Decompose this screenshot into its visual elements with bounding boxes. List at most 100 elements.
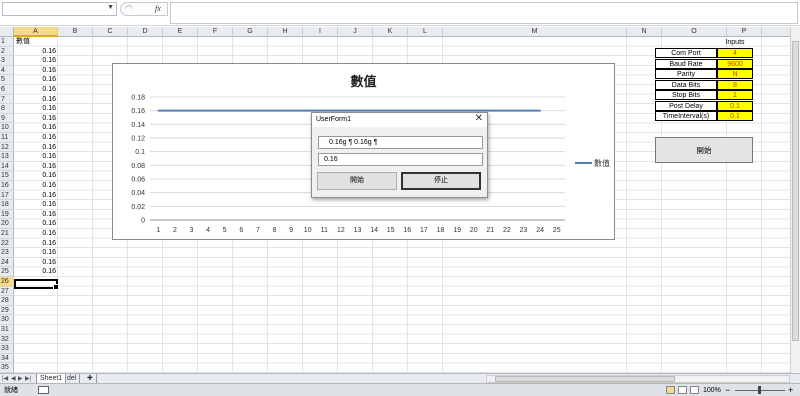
column-header-c[interactable]: C bbox=[93, 27, 128, 37]
cell-a18[interactable]: 0.16 bbox=[14, 200, 56, 210]
row-header-10[interactable]: 10 bbox=[0, 123, 14, 133]
row-header-5[interactable]: 5 bbox=[0, 75, 14, 85]
insert-function-icon[interactable]: fx bbox=[155, 4, 161, 13]
row-header-21[interactable]: 21 bbox=[0, 229, 14, 239]
vertical-scrollbar[interactable] bbox=[790, 27, 800, 373]
input-value[interactable]: N bbox=[717, 69, 753, 79]
row-header-26[interactable]: 26 bbox=[0, 277, 14, 287]
cell-a19[interactable]: 0.16 bbox=[14, 210, 56, 220]
row-header-1[interactable]: 1 bbox=[0, 37, 14, 47]
column-header-a[interactable]: A bbox=[14, 27, 58, 37]
column-header-h[interactable]: H bbox=[268, 27, 303, 37]
row-header-11[interactable]: 11 bbox=[0, 133, 14, 143]
page-layout-icon[interactable] bbox=[678, 386, 687, 394]
column-header-n[interactable]: N bbox=[627, 27, 662, 37]
column-header-f[interactable]: F bbox=[198, 27, 233, 37]
row-header-28[interactable]: 28 bbox=[0, 296, 14, 306]
userform-titlebar[interactable]: UserForm1 ✕ bbox=[312, 113, 487, 127]
input-value[interactable]: 0.1 bbox=[717, 100, 753, 111]
horizontal-scrollbar[interactable] bbox=[486, 375, 790, 383]
row-header-22[interactable]: 22 bbox=[0, 239, 14, 249]
column-header-i[interactable]: I bbox=[303, 27, 338, 37]
row-header-7[interactable]: 7 bbox=[0, 95, 14, 105]
cell-a5[interactable]: 0.16 bbox=[14, 75, 56, 85]
row-header-25[interactable]: 25 bbox=[0, 267, 14, 277]
column-header-d[interactable]: D bbox=[128, 27, 163, 37]
cell-a4[interactable]: 0.16 bbox=[14, 66, 56, 76]
hscroll-thumb[interactable] bbox=[495, 376, 675, 382]
cell-a6[interactable]: 0.16 bbox=[14, 85, 56, 95]
column-header-j[interactable]: J bbox=[338, 27, 373, 37]
cell-a24[interactable]: 0.16 bbox=[14, 258, 56, 268]
input-value[interactable]: 1 bbox=[717, 90, 753, 100]
active-cell-a26[interactable] bbox=[14, 279, 59, 290]
formula-input[interactable] bbox=[170, 2, 798, 24]
cell-a23[interactable]: 0.16 bbox=[14, 248, 56, 258]
column-header-l[interactable]: L bbox=[408, 27, 443, 37]
page-break-icon[interactable] bbox=[690, 386, 699, 394]
row-header-2[interactable]: 2 bbox=[0, 47, 14, 57]
row-header-29[interactable]: 29 bbox=[0, 306, 14, 316]
row-header-15[interactable]: 15 bbox=[0, 171, 14, 181]
cell-a14[interactable]: 0.16 bbox=[14, 162, 56, 172]
column-header-e[interactable]: E bbox=[163, 27, 198, 37]
row-header-13[interactable]: 13 bbox=[0, 152, 14, 162]
row-header-30[interactable]: 30 bbox=[0, 315, 14, 325]
cell-a10[interactable]: 0.16 bbox=[14, 123, 56, 133]
chevron-down-icon[interactable]: ▼ bbox=[107, 4, 114, 11]
row-header-24[interactable]: 24 bbox=[0, 258, 14, 268]
name-box[interactable]: ▼ bbox=[2, 2, 117, 16]
cell-a16[interactable]: 0.16 bbox=[14, 181, 56, 191]
zoom-slider-thumb[interactable] bbox=[758, 386, 761, 394]
column-header-b[interactable]: B bbox=[58, 27, 93, 37]
userform-start-button[interactable]: 開始 bbox=[317, 172, 397, 190]
column-header-k[interactable]: K bbox=[373, 27, 408, 37]
column-header-m[interactable]: M bbox=[443, 27, 627, 37]
column-header-o[interactable]: O bbox=[662, 27, 727, 37]
row-header-34[interactable]: 34 bbox=[0, 354, 14, 364]
input-value[interactable]: 4 bbox=[717, 48, 753, 58]
cell-a3[interactable]: 0.16 bbox=[14, 56, 56, 66]
row-header-16[interactable]: 16 bbox=[0, 181, 14, 191]
select-all-corner[interactable] bbox=[0, 27, 14, 37]
cell-a13[interactable]: 0.16 bbox=[14, 152, 56, 162]
zoom-level[interactable]: 100% bbox=[703, 385, 721, 396]
sheet-start-button[interactable]: 開始 bbox=[655, 137, 753, 163]
cell-a11[interactable]: 0.16 bbox=[14, 133, 56, 143]
zoom-in-icon[interactable]: + bbox=[788, 384, 793, 396]
row-header-35[interactable]: 35 bbox=[0, 363, 14, 373]
row-header-12[interactable]: 12 bbox=[0, 143, 14, 153]
row-header-20[interactable]: 20 bbox=[0, 219, 14, 229]
userform-textbox-1[interactable]: 0.16g ¶ 0.16g ¶ bbox=[318, 136, 483, 149]
cell-a17[interactable]: 0.16 bbox=[14, 191, 56, 201]
cell-a21[interactable]: 0.16 bbox=[14, 229, 56, 239]
macro-record-icon[interactable] bbox=[38, 386, 49, 394]
normal-view-icon[interactable] bbox=[666, 386, 675, 394]
row-header-18[interactable]: 18 bbox=[0, 200, 14, 210]
cell-a9[interactable]: 0.16 bbox=[14, 114, 56, 124]
scroll-thumb[interactable] bbox=[792, 41, 799, 341]
input-value[interactable]: 0.1 bbox=[717, 111, 753, 121]
row-header-17[interactable]: 17 bbox=[0, 191, 14, 201]
cell-a22[interactable]: 0.16 bbox=[14, 239, 56, 249]
userform-textbox-2[interactable]: 0.16 bbox=[318, 153, 483, 166]
cell-a15[interactable]: 0.16 bbox=[14, 171, 56, 181]
userform-stop-button[interactable]: 停止 bbox=[401, 172, 481, 190]
expand-icon[interactable]: ◠ bbox=[125, 3, 133, 14]
cell-a8[interactable]: 0.16 bbox=[14, 104, 56, 114]
cell-a12[interactable]: 0.16 bbox=[14, 143, 56, 153]
row-header-14[interactable]: 14 bbox=[0, 162, 14, 172]
zoom-out-icon[interactable]: − bbox=[725, 384, 730, 396]
row-header-32[interactable]: 32 bbox=[0, 335, 14, 345]
row-header-33[interactable]: 33 bbox=[0, 344, 14, 354]
column-header-p[interactable]: P bbox=[727, 27, 762, 37]
cell-a1[interactable]: 數值 bbox=[16, 37, 56, 47]
row-header-3[interactable]: 3 bbox=[0, 56, 14, 66]
cell-a7[interactable]: 0.16 bbox=[14, 95, 56, 105]
row-header-9[interactable]: 9 bbox=[0, 114, 14, 124]
row-header-19[interactable]: 19 bbox=[0, 210, 14, 220]
row-header-8[interactable]: 8 bbox=[0, 104, 14, 114]
row-header-23[interactable]: 23 bbox=[0, 248, 14, 258]
cell-a2[interactable]: 0.16 bbox=[14, 47, 56, 57]
close-icon[interactable]: ✕ bbox=[475, 113, 483, 124]
